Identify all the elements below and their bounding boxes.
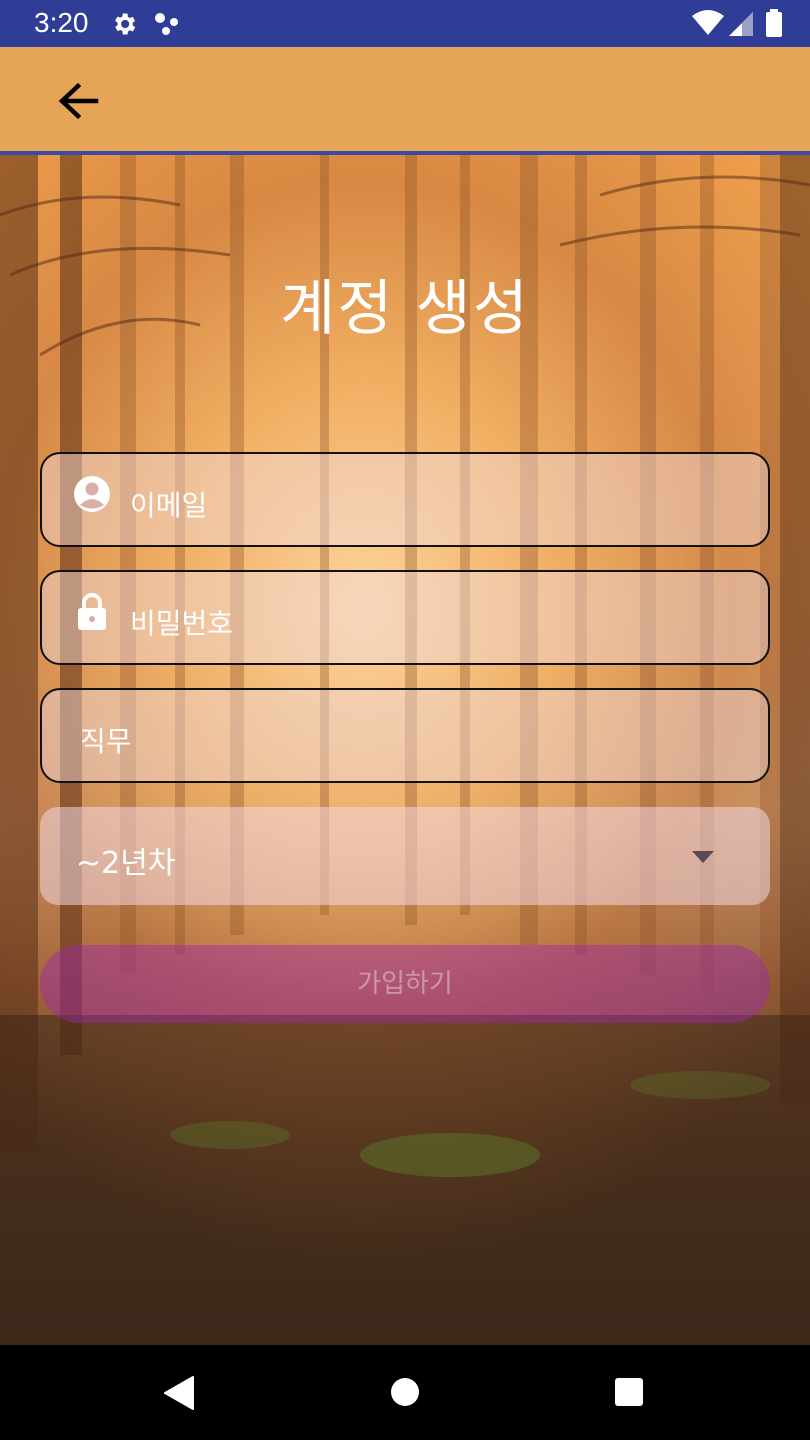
email-placeholder: 이메일 [130, 489, 208, 522]
page-title: 계정 생성 [280, 274, 530, 344]
experience-dropdown[interactable]: ~2년차 [40, 807, 770, 905]
signal-icon [729, 12, 753, 36]
signup-button[interactable]: 가입하기 [40, 945, 770, 1023]
caret-down-icon [692, 851, 714, 863]
job-placeholder: 직무 [80, 725, 132, 758]
app-bar [0, 47, 810, 155]
lock-icon [78, 593, 106, 630]
email-field[interactable]: 이메일 [40, 452, 770, 547]
battery-icon [766, 9, 782, 37]
dots-icon [155, 13, 178, 35]
recents-square-icon[interactable] [614, 1377, 644, 1407]
home-circle-icon[interactable] [389, 1376, 421, 1408]
nav-bar [0, 1345, 810, 1440]
password-field[interactable]: 비밀번호 [40, 570, 770, 665]
wifi-icon [692, 10, 724, 35]
job-field[interactable]: 직무 [40, 688, 770, 783]
status-time: 3:20 [34, 7, 89, 38]
forest-background: 계정 생성 이메일 비밀번호 직무 ~2년차 가입하기 [0, 155, 810, 1345]
status-bar: 3:20 [0, 0, 810, 47]
back-triangle-icon[interactable] [163, 1375, 195, 1411]
gear-icon [115, 13, 136, 35]
password-placeholder: 비밀번호 [130, 607, 234, 640]
arrow-left-icon[interactable] [52, 77, 104, 125]
experience-selected: ~2년차 [76, 846, 176, 881]
account-circle-icon [74, 476, 110, 512]
